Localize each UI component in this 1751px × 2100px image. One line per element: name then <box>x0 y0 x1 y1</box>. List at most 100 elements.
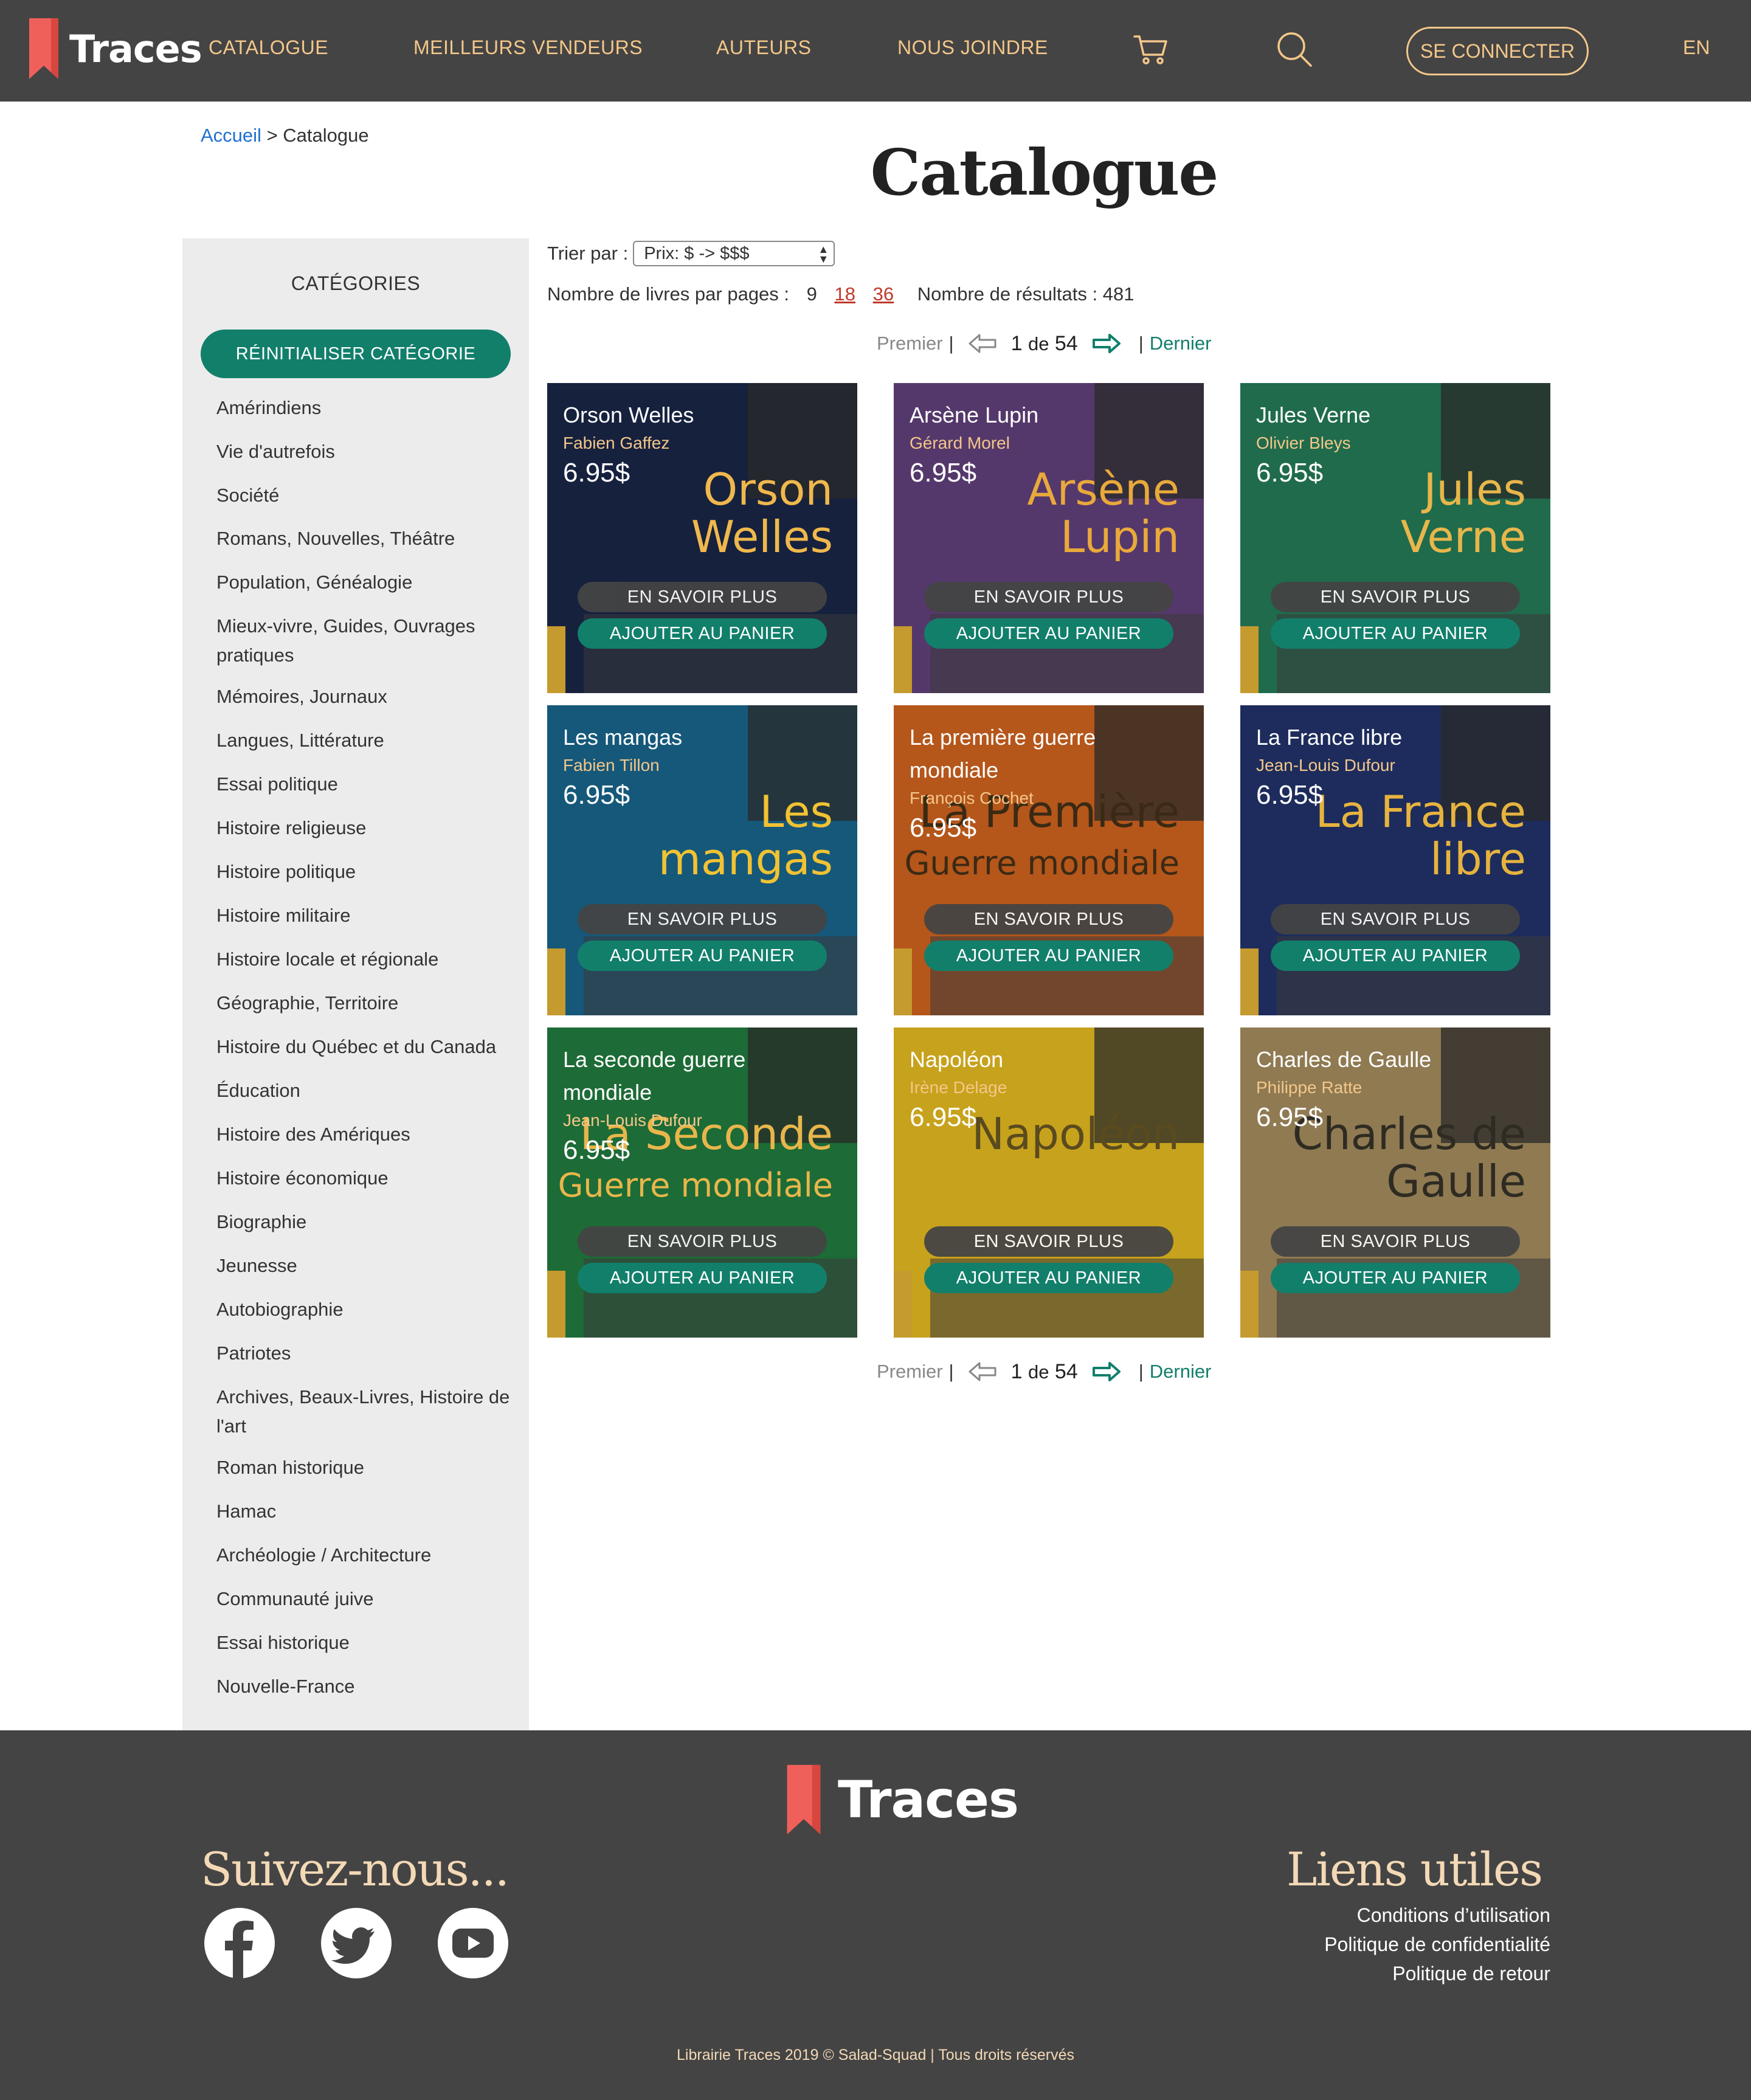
category-item[interactable]: Jeunesse <box>216 1251 520 1280</box>
pager-first[interactable]: Premier <box>877 333 943 354</box>
category-item[interactable]: Société <box>216 481 520 510</box>
add-to-cart-button[interactable]: AJOUTER AU PANIER <box>924 941 1173 971</box>
language-switch[interactable]: EN <box>1683 36 1710 59</box>
book-card[interactable]: Jules Verne Jules Verne Olivier Bleys 6.95$ E… <box>1240 383 1550 693</box>
pager-first[interactable]: Premier <box>877 1361 943 1383</box>
book-card[interactable]: Napoléon Napoléon Irène Delage 6.95$ EN SAVO… <box>894 1028 1204 1338</box>
learn-more-button[interactable]: EN SAVOIR PLUS <box>1271 582 1520 612</box>
category-item[interactable]: Langues, Littérature <box>216 726 520 755</box>
book-card[interactable]: La France libre La France libre Jean-Louis … <box>1240 705 1550 1015</box>
category-item[interactable]: Histoire politique <box>216 857 520 886</box>
book-author: Irène Delage <box>910 1078 1007 1097</box>
site-logo[interactable]: Traces <box>27 18 202 79</box>
book-card[interactable]: La Première Guerre mondiale La première gu… <box>894 705 1204 1015</box>
add-to-cart-button[interactable]: AJOUTER AU PANIER <box>1271 618 1520 649</box>
book-card[interactable]: Charles de Gaulle Charles de Gaulle Philipp… <box>1240 1028 1550 1338</box>
login-button[interactable]: SE CONNECTER <box>1406 27 1589 75</box>
privacy-link[interactable]: Politique de confidentialité <box>1324 1933 1550 1956</box>
book-card[interactable]: Les mangas Les mangas Fabien Tillon 6.95$ EN … <box>547 705 857 1015</box>
book-price: 6.95$ <box>563 458 630 488</box>
book-info: Les mangas Fabien Tillon 6.95$ <box>563 721 831 813</box>
cart-icon[interactable] <box>1131 29 1171 69</box>
categories-title: CATÉGORIES <box>291 272 421 294</box>
pager-last[interactable]: Dernier <box>1150 333 1212 354</box>
category-item[interactable]: Histoire locale et régionale <box>216 945 520 974</box>
category-item[interactable]: Autobiographie <box>216 1295 520 1324</box>
nav-nous-joindre[interactable]: NOUS JOINDRE <box>897 36 1048 59</box>
category-item[interactable]: Archéologie / Architecture <box>216 1541 520 1570</box>
book-info: La seconde guerre mondiale Jean-Louis Duf… <box>563 1043 831 1169</box>
learn-more-button[interactable]: EN SAVOIR PLUS <box>924 582 1173 612</box>
category-item[interactable]: Mieux-vivre, Guides, Ouvrages pratiques <box>216 612 520 670</box>
category-item[interactable]: Mémoires, Journaux <box>216 682 520 711</box>
book-info: La première guerre mondiale François Coch… <box>910 721 1177 846</box>
nav-meilleurs-vendeurs[interactable]: MEILLEURS VENDEURS <box>413 36 643 59</box>
next-arrow-icon[interactable] <box>1090 1359 1122 1384</box>
reset-category-button[interactable]: RÉINITIALISER CATÉGORIE <box>201 330 511 378</box>
category-item[interactable]: Géographie, Territoire <box>216 989 520 1018</box>
pager-bottom: Premier | 1 de 54 | Dernier <box>877 1356 1211 1387</box>
category-item[interactable]: Patriotes <box>216 1339 520 1368</box>
next-arrow-icon[interactable] <box>1090 331 1122 356</box>
add-to-cart-button[interactable]: AJOUTER AU PANIER <box>924 618 1173 649</box>
add-to-cart-button[interactable]: AJOUTER AU PANIER <box>578 1263 827 1293</box>
book-info: Napoléon Irène Delage 6.95$ <box>910 1043 1177 1136</box>
category-item[interactable]: Archives, Beaux-Livres, Histoire de l'ar… <box>216 1383 520 1441</box>
add-to-cart-button[interactable]: AJOUTER AU PANIER <box>924 1263 1173 1293</box>
category-item[interactable]: Hamac <box>216 1497 520 1526</box>
return-policy-link[interactable]: Politique de retour <box>1392 1963 1550 1985</box>
book-card[interactable]: Arsène Lupin Arsène Lupin Gérard Morel 6.95$… <box>894 383 1204 693</box>
per-page-label: Nombre de livres par pages : <box>547 283 790 305</box>
footer-logo[interactable]: Traces <box>784 1763 1019 1836</box>
add-to-cart-button[interactable]: AJOUTER AU PANIER <box>578 618 827 649</box>
book-title: Orson Welles <box>563 402 694 427</box>
add-to-cart-button[interactable]: AJOUTER AU PANIER <box>578 941 827 971</box>
category-item[interactable]: Nouvelle-France <box>216 1672 520 1701</box>
category-item[interactable]: Éducation <box>216 1076 520 1105</box>
category-item[interactable]: Histoire du Québec et du Canada <box>216 1032 520 1062</box>
book-card[interactable]: Orson Welles Orson Welles Fabien Gaffez 6.95… <box>547 383 857 693</box>
facebook-icon[interactable] <box>203 1907 276 1980</box>
add-to-cart-button[interactable]: AJOUTER AU PANIER <box>1271 941 1520 971</box>
learn-more-button[interactable]: EN SAVOIR PLUS <box>924 1226 1173 1257</box>
cover-art-text: Lupin <box>1060 511 1179 562</box>
category-item[interactable]: Population, Généalogie <box>216 568 520 597</box>
category-item[interactable]: Vie d'autrefois <box>216 437 520 466</box>
useful-links-title: Liens utiles <box>1286 1842 1543 1896</box>
category-item[interactable]: Histoire militaire <box>216 901 520 930</box>
category-item[interactable]: Essai historique <box>216 1628 520 1657</box>
per-page-option-36[interactable]: 36 <box>873 283 894 305</box>
learn-more-button[interactable]: EN SAVOIR PLUS <box>924 904 1173 934</box>
category-item[interactable]: Biographie <box>216 1207 520 1237</box>
learn-more-button[interactable]: EN SAVOIR PLUS <box>1271 1226 1520 1257</box>
terms-link[interactable]: Conditions d’utilisation <box>1357 1904 1550 1927</box>
category-item[interactable]: Essai politique <box>216 770 520 799</box>
learn-more-button[interactable]: EN SAVOIR PLUS <box>578 904 827 934</box>
category-item[interactable]: Histoire économique <box>216 1164 520 1193</box>
category-item[interactable]: Roman historique <box>216 1453 520 1482</box>
twitter-icon[interactable] <box>320 1907 393 1980</box>
book-card[interactable]: La Seconde Guerre mondiale La seconde guer… <box>547 1028 857 1338</box>
book-price: 6.95$ <box>1256 1102 1324 1132</box>
youtube-icon[interactable] <box>437 1907 509 1980</box>
per-page-option-18[interactable]: 18 <box>835 283 855 305</box>
sort-select[interactable]: Prix: $ -> $$$ ▲ ▼ <box>633 241 835 266</box>
category-item[interactable]: Histoire religieuse <box>216 813 520 843</box>
learn-more-button[interactable]: EN SAVOIR PLUS <box>578 582 827 612</box>
learn-more-button[interactable]: EN SAVOIR PLUS <box>578 1226 827 1257</box>
category-item[interactable]: Amérindiens <box>216 393 520 423</box>
search-icon[interactable] <box>1274 29 1314 69</box>
book-title: Jules Verne <box>1256 402 1371 427</box>
page-title: Catalogue <box>870 135 1219 210</box>
category-item[interactable]: Histoire des Amériques <box>216 1120 520 1149</box>
prev-arrow-icon[interactable] <box>967 331 999 356</box>
category-item[interactable]: Communauté juive <box>216 1584 520 1614</box>
add-to-cart-button[interactable]: AJOUTER AU PANIER <box>1271 1263 1520 1293</box>
learn-more-button[interactable]: EN SAVOIR PLUS <box>1271 904 1520 934</box>
pager-last[interactable]: Dernier <box>1150 1361 1212 1383</box>
prev-arrow-icon[interactable] <box>967 1359 999 1384</box>
nav-catalogue[interactable]: CATALOGUE <box>209 36 328 59</box>
per-page-option-9[interactable]: 9 <box>807 283 817 305</box>
nav-auteurs[interactable]: AUTEURS <box>716 36 811 59</box>
category-item[interactable]: Romans, Nouvelles, Théâtre <box>216 524 520 553</box>
